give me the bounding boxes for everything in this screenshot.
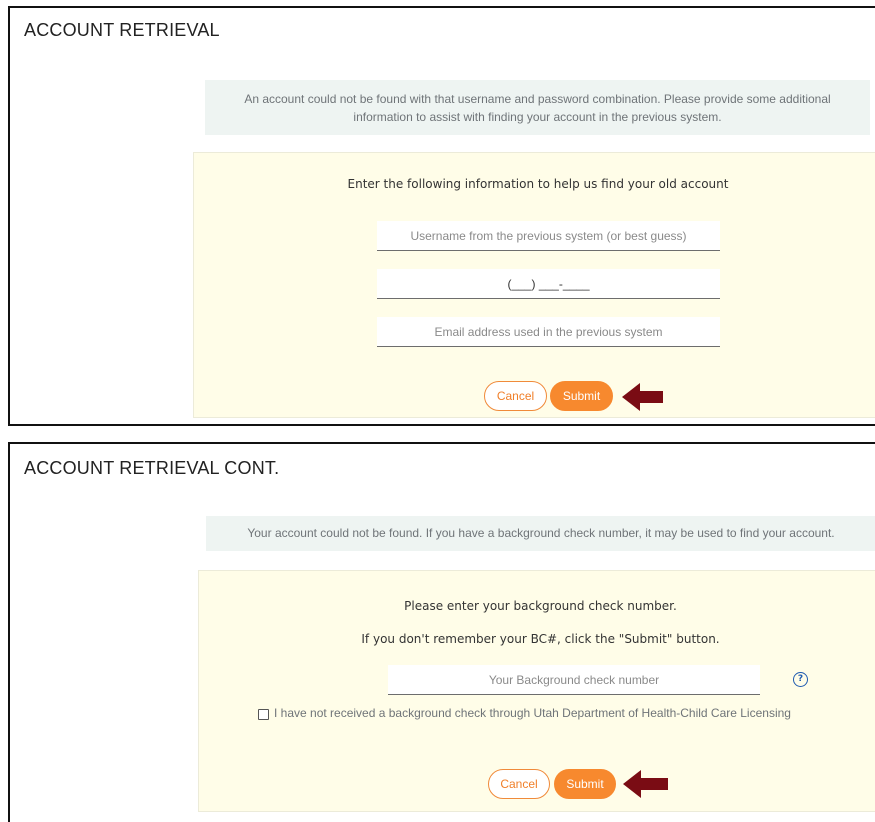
phone-input[interactable]: [377, 269, 720, 299]
info-message: Your account could not be found. If you …: [206, 516, 875, 551]
help-icon[interactable]: ?: [793, 672, 808, 687]
email-input[interactable]: [377, 317, 720, 347]
no-background-check-checkbox[interactable]: [258, 709, 269, 720]
cancel-button[interactable]: Cancel: [488, 769, 550, 799]
page-title: ACCOUNT RETRIEVAL: [24, 20, 220, 40]
background-check-number-input[interactable]: [388, 665, 760, 695]
page-title: ACCOUNT RETRIEVAL CONT.: [24, 458, 280, 478]
cancel-button[interactable]: Cancel: [484, 381, 547, 411]
arrow-left-icon: [622, 383, 663, 411]
form-subheading: If you don't remember your BC#, click th…: [361, 632, 720, 646]
account-retrieval-panel: ACCOUNT RETRIEVAL An account could not b…: [8, 6, 875, 426]
form-heading: Enter the following information to help …: [347, 177, 729, 191]
account-lookup-form: Enter the following information to help …: [193, 152, 875, 418]
no-background-check-label[interactable]: I have not received a background check t…: [274, 706, 791, 720]
submit-button[interactable]: Submit: [554, 769, 616, 799]
account-retrieval-cont-panel: ACCOUNT RETRIEVAL CONT. Your account cou…: [8, 442, 875, 822]
username-input[interactable]: [377, 221, 720, 251]
arrow-left-icon: [623, 770, 668, 798]
submit-button[interactable]: Submit: [550, 381, 613, 411]
background-check-form: Please enter your background check numbe…: [198, 570, 875, 812]
form-heading: Please enter your background check numbe…: [404, 599, 677, 613]
info-message: An account could not be found with that …: [205, 80, 870, 135]
